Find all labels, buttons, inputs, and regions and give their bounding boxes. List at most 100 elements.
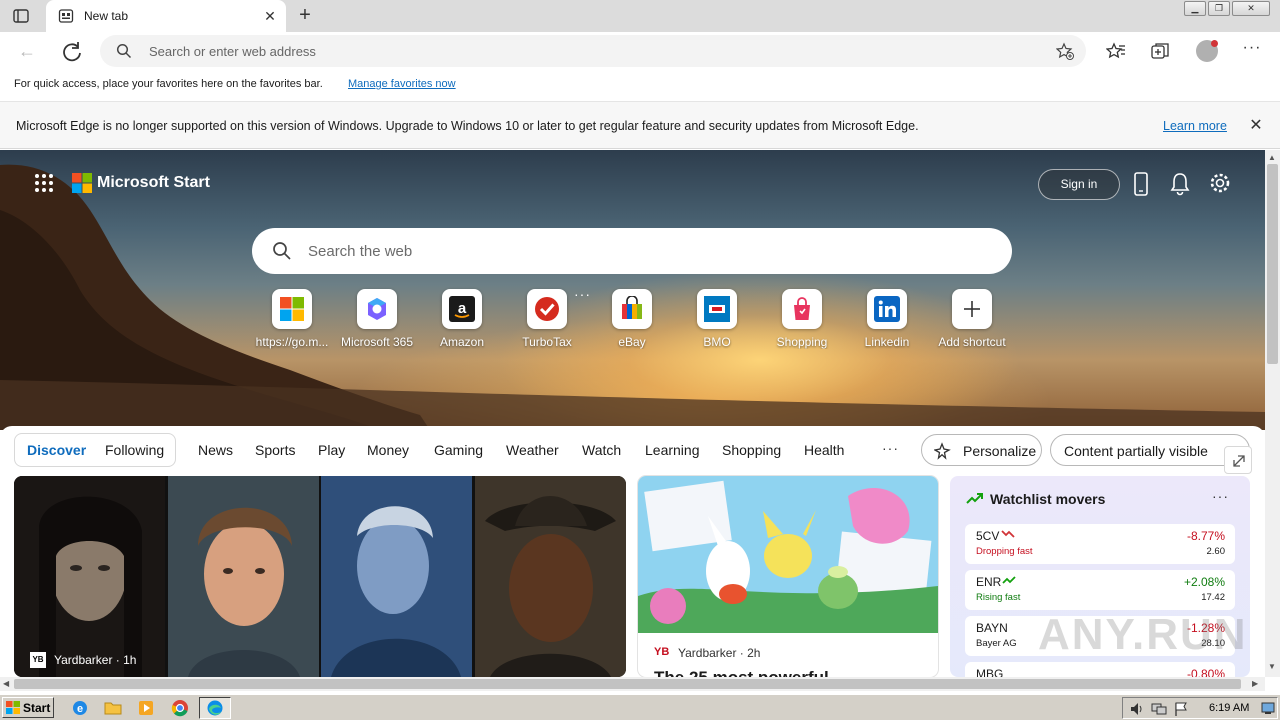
shortcut-label: TurboTax	[522, 335, 572, 349]
shortcut-tile[interactable]	[272, 289, 312, 329]
card-headline[interactable]: The 25 most powerful	[654, 668, 829, 677]
tab-following[interactable]: Following	[105, 442, 164, 458]
refresh-icon[interactable]	[60, 40, 84, 64]
stock-row[interactable]: ENR Rising fast +2.08% 17.42	[965, 570, 1235, 610]
media-player-icon[interactable]	[136, 698, 156, 718]
tab-actions-icon[interactable]	[12, 7, 30, 25]
tab-shopping[interactable]: Shopping	[722, 442, 781, 458]
app-launcher-icon[interactable]	[34, 173, 54, 193]
shortcut-amazon[interactable]: a Amazon	[422, 289, 502, 353]
personalize-button[interactable]: Personalize	[921, 434, 1042, 466]
shortcut-ebay[interactable]: eBay	[592, 289, 672, 353]
stock-change: -8.77%	[1186, 529, 1225, 543]
vertical-scroll-thumb[interactable]	[1267, 164, 1278, 364]
expand-icon[interactable]	[1224, 446, 1252, 474]
tab-discover[interactable]: Discover	[27, 442, 86, 458]
shortcut-microsoft-365[interactable]: Microsoft 365	[337, 289, 417, 353]
minimize-button[interactable]: ▁	[1184, 1, 1206, 16]
infobar-close-icon[interactable]: ✕	[1247, 117, 1265, 135]
card-source-text: Yardbarker · 1h	[54, 653, 137, 667]
tab-close-icon[interactable]: ✕	[262, 8, 278, 24]
shortcut-tile[interactable]	[612, 289, 652, 329]
gear-icon[interactable]	[1209, 171, 1231, 197]
stock-row[interactable]: MBG -0.80%	[965, 662, 1235, 677]
trend-arrows-icon	[966, 493, 983, 504]
learn-more-link[interactable]: Learn more	[1163, 119, 1227, 133]
address-bar[interactable]: Search or enter web address	[100, 35, 1086, 67]
file-explorer-icon[interactable]	[103, 698, 123, 718]
add-shortcut-button[interactable]: Add shortcut	[932, 289, 1012, 353]
chrome-icon[interactable]	[170, 698, 190, 718]
tab-new-tab[interactable]: New tab ✕	[46, 0, 286, 32]
shortcut-shopping[interactable]: Shopping	[762, 289, 842, 353]
web-search-box[interactable]	[252, 228, 1012, 274]
news-card-featured[interactable]: YB Yardbarker · 1h	[14, 476, 626, 677]
content-visibility-select[interactable]: Content partially visible	[1050, 434, 1250, 466]
collections-icon[interactable]	[1150, 41, 1170, 61]
edge-taskbar-button[interactable]	[199, 697, 231, 719]
tab-title: New tab	[84, 9, 129, 23]
action-center-flag-icon[interactable]	[1173, 701, 1189, 717]
new-tab-button[interactable]: +	[294, 5, 316, 27]
start-button[interactable]: Start	[2, 697, 54, 718]
scroll-down-arrow-icon[interactable]: ▼	[1268, 662, 1276, 672]
internet-explorer-icon[interactable]: e	[70, 698, 90, 718]
shortcut-tile[interactable]	[527, 289, 567, 329]
notifications-bell-icon[interactable]	[1169, 171, 1191, 197]
stock-price: 17.42	[1201, 592, 1225, 603]
shortcut-tile[interactable]	[952, 289, 992, 329]
scroll-right-arrow-icon[interactable]: ▶	[1252, 679, 1258, 689]
tab-weather[interactable]: Weather	[506, 442, 559, 458]
shortcut-go-microsoft[interactable]: https://go.m...	[252, 289, 332, 353]
add-favorite-icon[interactable]	[1056, 42, 1074, 60]
watchlist-more-options[interactable]: ···	[1212, 488, 1229, 504]
windows-logo-icon	[280, 297, 304, 321]
tab-gaming[interactable]: Gaming	[434, 442, 483, 458]
tab-play[interactable]: Play	[318, 442, 345, 458]
portrait-image	[321, 476, 472, 677]
restore-button[interactable]: ❐	[1208, 1, 1230, 16]
tab-watch[interactable]: Watch	[582, 442, 621, 458]
brand-name[interactable]: Microsoft Start	[97, 174, 210, 192]
watchlist-title: Watchlist movers	[990, 491, 1106, 507]
close-window-button[interactable]: ✕	[1232, 1, 1270, 16]
show-desktop-icon[interactable]	[1261, 701, 1275, 715]
back-button[interactable]: ←	[16, 41, 38, 63]
content-visibility-value: Content partially visible	[1064, 443, 1208, 459]
news-card-pokemon[interactable]: YB Yardbarker · 2h The 25 most powerful	[638, 476, 938, 677]
clock[interactable]: 6:19 AM	[1209, 702, 1249, 714]
manage-favorites-link[interactable]: Manage favorites now	[348, 78, 456, 90]
feed-navigation: Discover Following News Sports Play Mone…	[0, 426, 1265, 474]
search-icon	[116, 43, 132, 59]
tab-money[interactable]: Money	[367, 442, 409, 458]
shortcut-bmo[interactable]: BMO	[677, 289, 757, 353]
scroll-left-arrow-icon[interactable]: ◀	[3, 679, 9, 689]
network-icon[interactable]	[1151, 701, 1167, 717]
favorites-bar: For quick access, place your favorites h…	[0, 70, 1280, 101]
settings-and-more-button[interactable]: ···	[1242, 38, 1262, 58]
horizontal-scrollbar[interactable]: ◀ ▶	[0, 677, 1265, 691]
web-search-input[interactable]	[308, 241, 988, 261]
shortcut-tile[interactable]	[357, 289, 397, 329]
scroll-up-arrow-icon[interactable]: ▲	[1268, 153, 1276, 163]
tab-learning[interactable]: Learning	[645, 442, 700, 458]
shortcut-tile[interactable]: a	[442, 289, 482, 329]
volume-icon[interactable]	[1129, 701, 1145, 717]
horizontal-scroll-thumb[interactable]	[14, 679, 1241, 689]
shortcut-linkedin[interactable]: Linkedin	[847, 289, 927, 353]
stock-status: Rising fast	[976, 592, 1021, 603]
shortcut-tile[interactable]	[867, 289, 907, 329]
mobile-phone-icon[interactable]	[1130, 171, 1152, 197]
microsoft-logo-icon[interactable]	[72, 173, 92, 193]
sign-in-button[interactable]: Sign in	[1038, 169, 1120, 200]
shortcut-more-options[interactable]: ···	[574, 286, 591, 302]
more-tabs-button[interactable]: ···	[882, 440, 899, 456]
favorites-icon[interactable]	[1106, 41, 1126, 61]
vertical-scrollbar[interactable]: ▲ ▼	[1265, 150, 1280, 677]
shortcut-tile[interactable]	[782, 289, 822, 329]
tab-news[interactable]: News	[198, 442, 233, 458]
tab-health[interactable]: Health	[804, 442, 844, 458]
tab-sports[interactable]: Sports	[255, 442, 295, 458]
stock-row[interactable]: 5CV Dropping fast -8.77% 2.60	[965, 524, 1235, 564]
shortcut-tile[interactable]	[697, 289, 737, 329]
